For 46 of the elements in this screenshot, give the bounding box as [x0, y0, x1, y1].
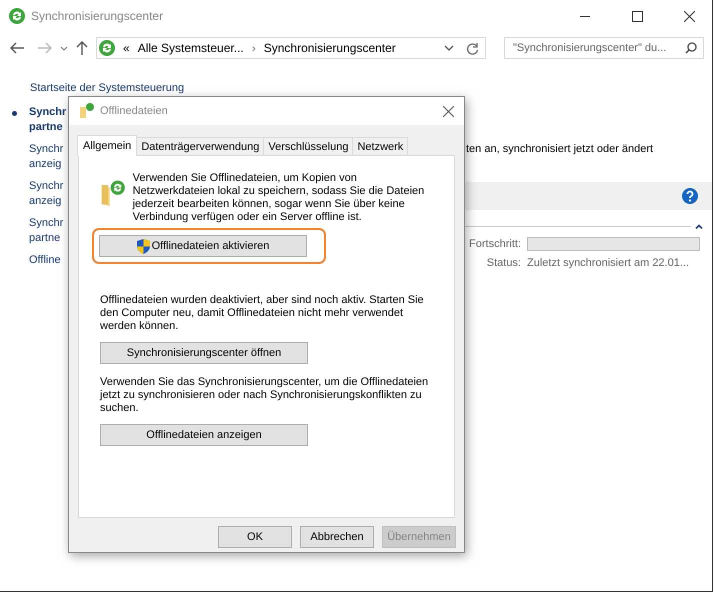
maximize-icon[interactable] [632, 10, 642, 22]
sync-icon [99, 40, 115, 56]
search-icon [685, 42, 697, 54]
status-value: Zuletzt synchronisiert am 22.01... [527, 257, 690, 269]
dialog-button[interactable]: OK [218, 526, 292, 548]
action-button[interactable]: Offlinedateien anzeigen [100, 424, 308, 446]
breadcrumb[interactable]: Synchronisierungscenter [264, 41, 396, 55]
action-button[interactable]: Offlinedateien aktivieren [99, 235, 307, 257]
sidebar-link[interactable]: Synchr anzeig [29, 142, 64, 172]
description-text: ten an, synchronisiert jetzt oder ändert [465, 143, 654, 155]
home-link[interactable]: Startseite der Systemsteuerung [30, 82, 436, 94]
search-field[interactable]: "Synchronisierungscenter" du... [504, 37, 704, 59]
info-text: Verwenden Sie das Synchronisierungscenter, um die Offlinedateien jetzt zu synchronisieren oder nach Synchronisierungskonflikten zu suchen. [100, 376, 430, 415]
breadcrumb-overflow[interactable]: « [123, 41, 130, 55]
intro-text: Verwenden Sie Offlinedateien, um Kopien von Netzwerkdateien lokal zu speichern, sodass Sie die Dateien jederzeit bearbeiten können, sogar wenn Sie über keine Verbindung verfügen oder ein Server offline ist. [132, 172, 426, 224]
tab[interactable]: Datenträgerverwendung [136, 137, 264, 155]
breadcrumb[interactable]: Alle Systemsteuer... [138, 41, 244, 55]
sidebar-link[interactable]: Synchr partne [29, 216, 64, 246]
refresh-icon[interactable] [466, 42, 479, 54]
collapse-caret-icon[interactable] [695, 224, 703, 229]
status-label: Status: [486, 257, 521, 269]
dialog-title: Offlinedateien [100, 105, 169, 117]
sidebar-link[interactable]: Synchr partne [29, 105, 66, 135]
window-title: Synchronisierungscenter [31, 9, 164, 23]
back-arrow-icon[interactable] [10, 42, 24, 54]
tab[interactable]: Verschlüsselung [263, 137, 354, 155]
close-icon[interactable] [443, 106, 454, 116]
action-button[interactable]: Synchronisierungscenter öffnen [100, 342, 308, 364]
shield-icon [136, 238, 150, 254]
info-text: Offlinedateien wurden deaktiviert, aber sind noch aktiv. Starten Sie den Computer neu, damit Offlinedateien nicht mehr verwendet werden können. [100, 294, 425, 333]
close-icon[interactable] [684, 10, 694, 22]
recent-dropdown-icon[interactable] [60, 46, 68, 50]
progress-label: Fortschritt: [468, 238, 521, 250]
address-bar[interactable]: « Alle Systemsteuer... › Synchronisierungscenter [96, 37, 486, 59]
app-icon [9, 8, 25, 24]
help-icon[interactable] [682, 188, 698, 204]
sidebar-link[interactable]: Offline [29, 253, 61, 268]
dialog-button[interactable]: Abbrechen [300, 526, 374, 548]
breadcrumb-separator: › [252, 41, 256, 55]
sidebar-link[interactable]: Synchr anzeig [29, 179, 64, 209]
tab[interactable]: Allgemein [77, 135, 138, 156]
dropdown-icon[interactable] [444, 45, 454, 51]
up-arrow-icon[interactable] [76, 41, 88, 55]
folder-sync-icon [100, 178, 127, 208]
folder-sync-icon [79, 103, 95, 119]
tab[interactable]: Netzwerk [352, 137, 408, 155]
